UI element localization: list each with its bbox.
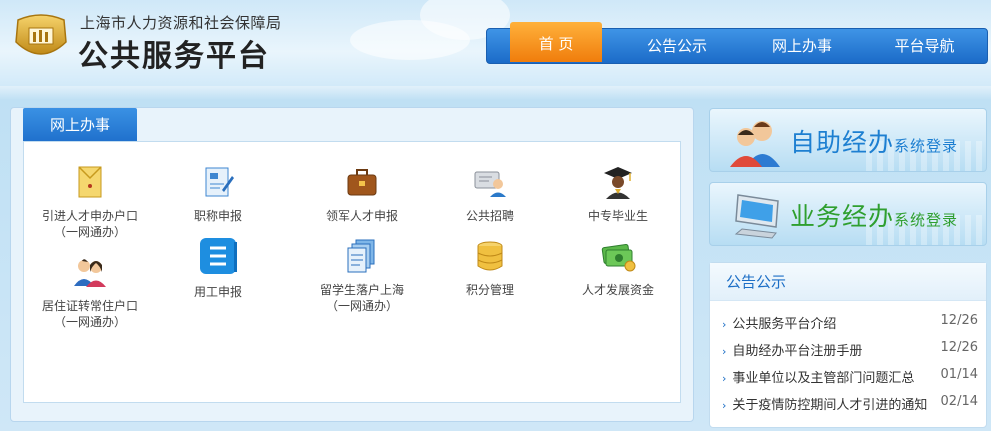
login-subtitle: 系统登录: [894, 211, 959, 229]
couple-icon: [72, 254, 108, 290]
main-nav: 首 页 公告公示 网上办事 平台导航: [486, 22, 988, 64]
platform-title: 公共服务平台: [78, 39, 270, 74]
tab-online-services[interactable]: 网上办事: [23, 108, 137, 142]
users-icon: [730, 121, 780, 167]
service-employment-declaration[interactable]: 用工申报: [158, 236, 278, 300]
login-title: 业务经办: [790, 202, 895, 231]
online-services-panel: 网上办事 引进人才申办户口 （一网通办） 职称申报 领军人才申报 公共招聘 中专…: [10, 107, 694, 422]
service-sublabel: （一网通办）: [325, 299, 398, 313]
chevron-right-icon: ›: [722, 399, 727, 412]
announcement-date: 02/14: [940, 394, 978, 409]
chevron-right-icon: ›: [722, 372, 727, 385]
org-name: 上海市人力资源和社会保障局: [80, 14, 282, 32]
announcement-item[interactable]: › 自助经办平台注册手册 12/26: [722, 340, 978, 360]
announcements-panel: 公告公示 › 公共服务平台介绍 12/26 › 自助经办平台注册手册 12/26 ›…: [709, 262, 987, 428]
service-label: 职称申报: [193, 209, 242, 223]
service-label: 留学生落户上海: [319, 283, 404, 297]
certificate-pen-icon: [200, 164, 236, 200]
nav-item-home[interactable]: 首 页: [510, 22, 602, 62]
announcement-item[interactable]: › 事业单位以及主管部门问题汇总 01/14: [722, 367, 978, 387]
service-talent-hukou[interactable]: 引进人才申办户口 （一网通办）: [30, 164, 150, 240]
service-label: 引进人才申办户口: [41, 209, 138, 223]
login-title: 自助经办: [790, 128, 895, 157]
service-leading-talent[interactable]: 领军人才申报: [302, 164, 422, 224]
service-label: 用工申报: [193, 285, 242, 299]
chevron-right-icon: ›: [722, 318, 727, 331]
bureau-seal-logo-icon: [15, 14, 67, 55]
announcements-title[interactable]: 公告公示: [710, 263, 986, 301]
service-label: 居住证转常住户口: [41, 299, 138, 313]
stacked-documents-icon: [344, 238, 380, 274]
service-label: 公共招聘: [465, 209, 514, 223]
money-icon: [600, 238, 636, 274]
chevron-right-icon: ›: [722, 345, 727, 358]
self-service-login-label: 自助经办系统登录: [790, 123, 958, 159]
service-label: 人才发展资金: [581, 283, 654, 297]
nav-item-platform-guide[interactable]: 平台导航: [862, 28, 987, 64]
services-grid: 引进人才申办户口 （一网通办） 职称申报 领军人才申报 公共招聘 中专毕业生 居…: [23, 141, 681, 403]
id-card-person-icon: [472, 164, 508, 200]
service-vocational-graduates[interactable]: 中专毕业生: [558, 164, 678, 224]
announcement-item[interactable]: › 公共服务平台介绍 12/26: [722, 313, 978, 333]
service-label: 中专毕业生: [587, 209, 648, 223]
service-residence-permit-hukou[interactable]: 居住证转常住户口 （一网通办）: [30, 254, 150, 330]
announcement-item[interactable]: › 关于疫情防控期间人才引进的通知 02/14: [722, 394, 978, 414]
service-public-recruitment[interactable]: 公共招聘: [430, 164, 550, 224]
announcement-text: 关于疫情防控期间人才引进的通知: [732, 398, 928, 413]
service-label: 积分管理: [465, 283, 514, 297]
graduate-icon: [600, 164, 636, 200]
service-points-management[interactable]: 积分管理: [430, 238, 550, 298]
service-label: 领军人才申报: [325, 209, 398, 223]
nav-item-announcements[interactable]: 公告公示: [612, 28, 742, 64]
service-talent-development-fund[interactable]: 人才发展资金: [558, 238, 678, 298]
briefcase-icon: [344, 164, 380, 200]
document-list-icon: [198, 236, 238, 276]
nav-item-online-services[interactable]: 网上办事: [742, 28, 862, 64]
computer-icon: [734, 194, 779, 239]
self-service-login-button[interactable]: 自助经办系统登录: [709, 108, 987, 172]
coin-stack-icon: [472, 238, 508, 274]
announcement-date: 12/26: [940, 313, 978, 328]
announcement-text: 事业单位以及主管部门问题汇总: [732, 371, 915, 386]
page-header: 上海市人力资源和社会保障局 公共服务平台 首 页 公告公示 网上办事 平台导航: [0, 0, 991, 86]
service-sublabel: （一网通办）: [53, 315, 126, 329]
login-subtitle: 系统登录: [894, 137, 959, 155]
service-title-application[interactable]: 职称申报: [158, 164, 278, 224]
service-sublabel: （一网通办）: [53, 225, 126, 239]
announcement-date: 12/26: [940, 340, 978, 355]
announcement-text: 自助经办平台注册手册: [732, 344, 863, 359]
announcement-date: 01/14: [940, 367, 978, 382]
announcement-text: 公共服务平台介绍: [732, 317, 837, 332]
business-login-button[interactable]: 业务经办系统登录: [709, 182, 987, 246]
service-overseas-students-hukou[interactable]: 留学生落户上海 （一网通办）: [302, 238, 422, 314]
envelope-file-icon: [72, 164, 108, 200]
business-login-label: 业务经办系统登录: [790, 197, 958, 233]
